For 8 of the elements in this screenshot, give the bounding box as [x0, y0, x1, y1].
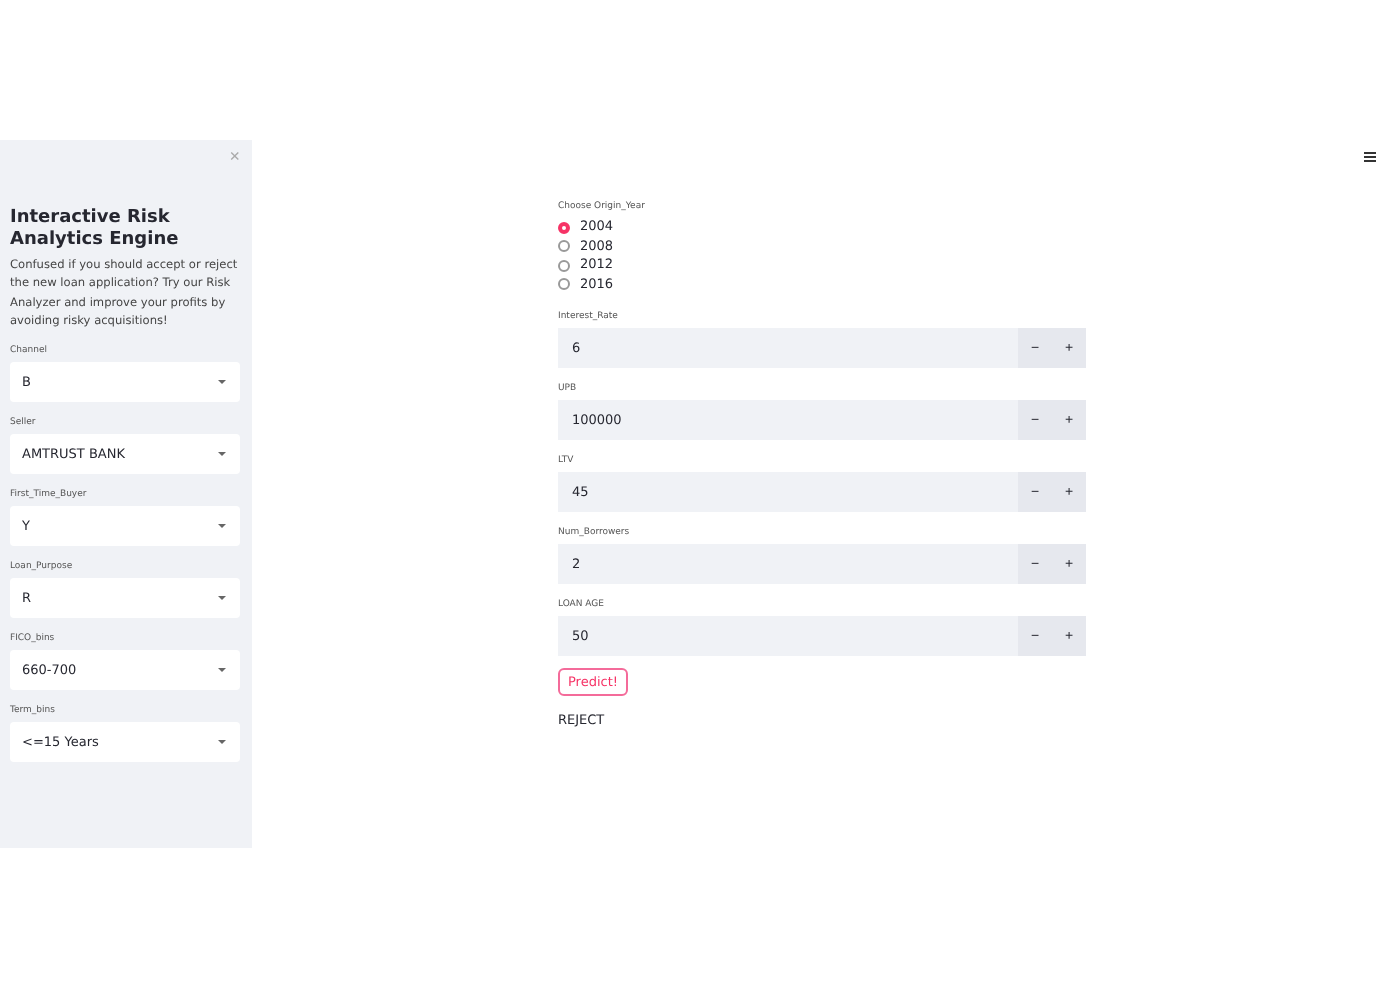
sidebar-title: Interactive Risk Analytics Engine: [10, 208, 181, 250]
caret-icon: [218, 523, 226, 528]
caret-icon: [218, 739, 226, 744]
caret-icon: [218, 595, 226, 600]
caret-icon: [218, 451, 226, 456]
caret-icon: [218, 379, 226, 384]
menu-icon[interactable]: [1364, 152, 1376, 162]
caret-icon: [218, 667, 226, 672]
